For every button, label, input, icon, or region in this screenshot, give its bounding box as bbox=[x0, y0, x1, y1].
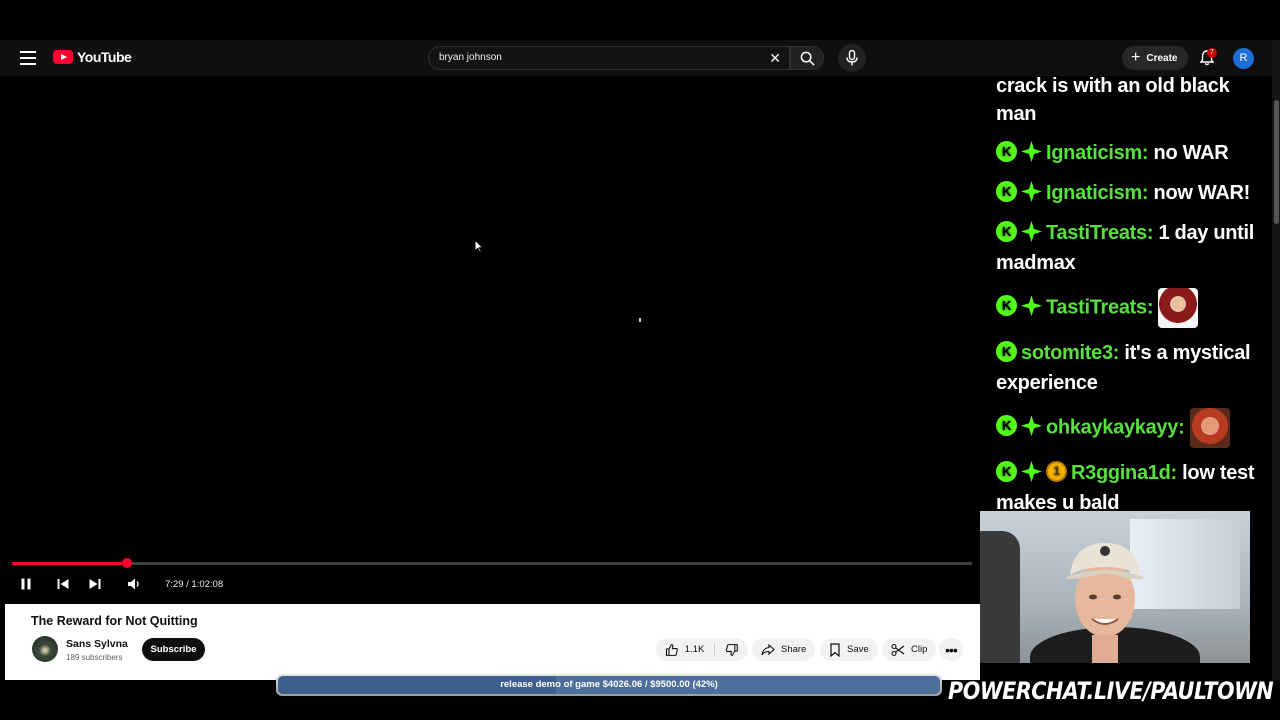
plus-icon: + bbox=[1131, 49, 1141, 66]
notification-count-badge: 7 bbox=[1207, 48, 1217, 58]
microphone-icon bbox=[846, 50, 858, 66]
kick-badge-icon bbox=[996, 461, 1017, 482]
previous-icon[interactable] bbox=[56, 577, 70, 591]
search-query[interactable]: bryan johnson bbox=[439, 52, 502, 63]
like-divider bbox=[714, 642, 716, 657]
kick-badge-icon bbox=[996, 295, 1017, 317]
chat-username: TastiTreats: bbox=[1046, 296, 1154, 319]
verified-badge-icon bbox=[1021, 461, 1042, 482]
kick-badge-icon bbox=[996, 141, 1017, 162]
donation-goal-bar: release demo of game $4026.06 / $9500.00… bbox=[276, 674, 942, 696]
more-actions-button[interactable]: ••• bbox=[939, 638, 963, 661]
chat-message: R3ggina1d: low test makes u bald bbox=[996, 458, 1266, 514]
seek-bar[interactable] bbox=[12, 558, 972, 568]
subscriber-count: 189 subscribers bbox=[66, 653, 123, 662]
kick-badge-icon bbox=[996, 341, 1017, 362]
chat-message: TastiTreats: 1 day until madmax bbox=[996, 218, 1266, 278]
masthead: YouTube bryan johnson ✕ + Create 7 R bbox=[0, 40, 1280, 76]
channel-avatar[interactable] bbox=[32, 636, 58, 662]
clear-search-icon[interactable]: ✕ bbox=[769, 50, 781, 67]
video-info-panel: The Reward for Not Quitting Sans Sylvna … bbox=[5, 604, 980, 680]
page-scrollbar[interactable] bbox=[1272, 40, 1280, 680]
chat-message: Ignaticism: now WAR! bbox=[996, 178, 1266, 208]
search-button[interactable] bbox=[790, 46, 824, 70]
kick-badge-icon bbox=[996, 181, 1017, 202]
goal-text: release demo of game $4026.06 / $9500.00… bbox=[500, 679, 718, 690]
save-button[interactable]: Save bbox=[820, 638, 878, 661]
account-avatar[interactable]: R bbox=[1233, 48, 1254, 69]
logo-text: YouTube bbox=[77, 49, 132, 65]
volume-icon[interactable] bbox=[127, 577, 141, 591]
like-dislike-group: 1.1K bbox=[656, 638, 748, 661]
chat-text: now WAR! bbox=[1153, 182, 1251, 204]
chat-message-partial: crack is with an old black man bbox=[996, 76, 1230, 125]
pause-icon[interactable] bbox=[19, 577, 33, 591]
verified-badge-icon bbox=[1021, 221, 1042, 242]
chat-username: ohkaykaykayy: bbox=[1046, 416, 1185, 439]
overlay-bottom-strip bbox=[0, 680, 276, 720]
scissors-icon bbox=[891, 643, 905, 656]
channel-name[interactable]: Sans Sylvna bbox=[66, 638, 128, 650]
video-title: The Reward for Not Quitting bbox=[31, 614, 198, 628]
chat-message: ohkaykaykayy: bbox=[996, 408, 1266, 448]
kick-badge-icon bbox=[996, 415, 1017, 437]
webcam-person bbox=[1066, 543, 1144, 663]
chat-username: Ignaticism: bbox=[1046, 142, 1149, 164]
time-display: 7:29 / 1:02:08 bbox=[165, 579, 224, 590]
chat-username: R3ggina1d: bbox=[1071, 462, 1177, 484]
bookmark-icon bbox=[830, 642, 840, 657]
seek-bar-played bbox=[12, 562, 128, 565]
chat-username: Ignaticism: bbox=[1046, 182, 1149, 204]
thumbs-down-icon[interactable] bbox=[725, 643, 739, 657]
verified-badge-icon bbox=[1021, 141, 1042, 162]
chat-username: TastiTreats: bbox=[1046, 222, 1154, 244]
like-count[interactable]: 1.1K bbox=[685, 644, 705, 655]
kick-badge-icon bbox=[996, 221, 1017, 242]
verified-badge-icon bbox=[1021, 415, 1042, 437]
chat-message: TastiTreats: bbox=[996, 288, 1266, 328]
goal-track: release demo of game $4026.06 / $9500.00… bbox=[278, 676, 940, 694]
clip-label: Clip bbox=[911, 644, 928, 655]
create-button[interactable]: + Create bbox=[1122, 46, 1188, 70]
share-icon bbox=[761, 643, 775, 655]
chat-message: Ignaticism: no WAR bbox=[996, 138, 1266, 168]
chat-message: sotomite3: it's a mystical experience bbox=[996, 338, 1266, 398]
promo-watermark: POWERCHAT.LIVE/PAULTOWN bbox=[948, 677, 1274, 705]
save-label: Save bbox=[847, 644, 869, 655]
youtube-play-icon bbox=[53, 50, 73, 64]
more-icon: ••• bbox=[945, 641, 958, 658]
chat-text: no WAR bbox=[1153, 142, 1229, 164]
loading-indicator bbox=[639, 318, 641, 322]
mouse-cursor-icon bbox=[474, 239, 483, 253]
search-input[interactable]: bryan johnson ✕ bbox=[428, 46, 790, 70]
menu-icon[interactable] bbox=[20, 51, 36, 65]
webcam-microphone bbox=[980, 531, 1020, 663]
scroll-thumb[interactable] bbox=[1274, 100, 1279, 224]
share-button[interactable]: Share bbox=[752, 638, 816, 661]
verified-badge-icon bbox=[1021, 181, 1042, 202]
create-label: Create bbox=[1146, 52, 1178, 64]
emote-image bbox=[1189, 408, 1230, 448]
youtube-logo[interactable]: YouTube bbox=[53, 49, 132, 65]
emote-image bbox=[1158, 288, 1199, 328]
clip-button[interactable]: Clip bbox=[882, 638, 937, 661]
verified-badge-icon bbox=[1021, 295, 1042, 317]
chat-username: sotomite3: bbox=[1021, 342, 1120, 364]
streamer-webcam bbox=[980, 511, 1250, 663]
sub-badge-icon bbox=[1046, 461, 1067, 482]
chat-overlay: crack is with an old black man Ignaticis… bbox=[996, 76, 1272, 514]
share-label: Share bbox=[781, 644, 807, 655]
thumbs-up-icon[interactable] bbox=[665, 643, 679, 657]
next-icon[interactable] bbox=[88, 577, 102, 591]
subscribe-button[interactable]: Subscribe bbox=[142, 638, 205, 661]
search-icon bbox=[800, 51, 815, 66]
voice-search-button[interactable] bbox=[838, 44, 866, 72]
